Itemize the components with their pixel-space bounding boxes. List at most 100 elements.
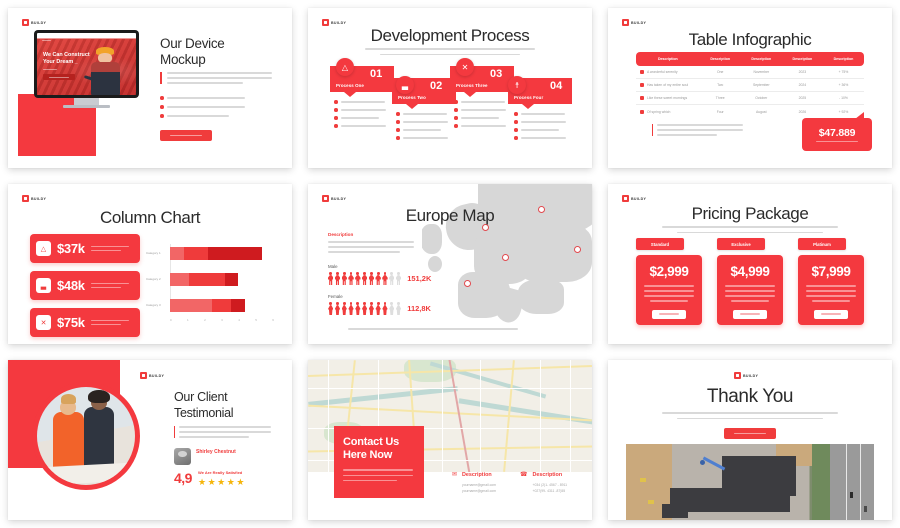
list-item (396, 136, 448, 140)
stat-caption (91, 320, 134, 326)
bullet-dot-icon (160, 96, 164, 100)
map-pin[interactable] (502, 254, 509, 261)
title-line-1: Our Device (160, 36, 280, 52)
list-item (514, 112, 566, 116)
bullet-dot-icon (514, 120, 518, 124)
map-pin[interactable] (464, 280, 471, 287)
bullet-dot-icon (334, 124, 338, 128)
process-number-3: 03 (490, 68, 502, 80)
tools-cross-icon: ✕ (456, 58, 474, 76)
contact-line-2: yourname@gmail.com (462, 488, 496, 494)
slide-thank-you[interactable]: BUILDY Thank You (608, 360, 892, 520)
slide-contact-us[interactable]: Contact Us Here Now ✉ Description yourna… (308, 360, 592, 520)
screen-navbar (42, 40, 56, 43)
pricing-plan-platinum[interactable]: Platinum $7,999 (798, 238, 864, 325)
column-header: Description (823, 57, 864, 61)
page-title: Pricing Package (608, 204, 892, 224)
contact-headline-card: Contact Us Here Now (334, 426, 424, 498)
category-label: Category 1 (146, 251, 170, 255)
title-line-2: Mockup (160, 52, 280, 68)
plan-price: $7,999 (812, 264, 851, 279)
bullet-dot-icon (454, 124, 458, 128)
rating-score: 4,9 (174, 470, 192, 486)
row-name-cell: Like these sweet mornings (636, 96, 700, 100)
screen-cta-button[interactable] (43, 74, 75, 80)
cell: 2024 (782, 83, 823, 87)
testimonial-photo (37, 387, 135, 485)
list-item (514, 128, 566, 132)
bullet-dot-icon (160, 114, 164, 118)
bullet-dot-icon (514, 136, 518, 140)
brand-logo: BUILDY (622, 195, 646, 202)
list-item (160, 114, 272, 118)
slide-cell-2: BUILDY Development Process Process One 0… (300, 0, 600, 176)
logo-text: BUILDY (331, 21, 346, 25)
person-body (91, 62, 120, 95)
trowel-icon: ▃ (36, 278, 51, 293)
cell: September (741, 83, 782, 87)
logo-mark-icon (140, 372, 147, 379)
map-pin[interactable] (574, 246, 581, 253)
page-title: Our Client Testimonial (174, 390, 284, 421)
read-more-button[interactable] (724, 428, 776, 439)
stat-value: $37k (57, 241, 85, 256)
read-more-button[interactable] (652, 310, 686, 319)
stacked-bar (170, 299, 245, 312)
list-item (334, 108, 386, 112)
list-item (514, 120, 566, 124)
star-icon: ★ (217, 478, 225, 487)
process-label-4: Process Four (514, 95, 543, 100)
page-title: Column Chart (8, 208, 292, 228)
process-number-4: 04 (550, 80, 562, 92)
pricing-plan-exclusive[interactable]: Exclusive $4,999 (717, 238, 783, 325)
read-more-button[interactable] (733, 310, 767, 319)
row-marker-icon (640, 96, 644, 100)
stat-card-2: ▃ $48k (30, 271, 140, 300)
slide-cell-6: BUILDY Pricing Package Standard $2,999 (600, 176, 900, 352)
slide-device-mockup[interactable]: BUILDY We Can Construct Your Dream _ (8, 8, 292, 168)
stacked-bar (170, 247, 262, 260)
title-line-2: Here Now (343, 449, 392, 461)
slide-column-chart[interactable]: BUILDY Column Chart △ $37k ▃ $48k (8, 184, 292, 344)
plan-features (643, 285, 695, 302)
logo-mark-icon (622, 195, 629, 202)
star-icon: ★ (227, 478, 235, 487)
slide-cell-3: BUILDY Table Infographic Description Des… (600, 0, 900, 176)
brand-logo: BUILDY (322, 19, 346, 26)
brand-logo: BUILDY (734, 372, 758, 379)
slide-europe-map[interactable]: BUILDY Europe Map Description Male (308, 184, 592, 344)
map-footnote (348, 328, 548, 330)
cell: 2023 (782, 70, 823, 74)
screen-person-figure (90, 47, 120, 95)
x-tick: 4 (238, 318, 240, 322)
process-list-3 (454, 100, 506, 128)
table-row: A wonderful serenity One November 2023 +… (636, 66, 864, 79)
table-row: Has taken of my entire soul Two Septembe… (636, 79, 864, 92)
list-item (396, 128, 448, 132)
highlight-callout: $47.889 (802, 118, 872, 151)
cell: 2026 (782, 110, 823, 114)
pricing-plan-standard[interactable]: Standard $2,999 (636, 238, 702, 325)
brand-logo: BUILDY (622, 19, 646, 26)
process-label-3: Process Three (456, 83, 488, 88)
slide-cell-5: BUILDY Europe Map Description Male (300, 176, 600, 352)
bullet-dot-icon (396, 128, 400, 132)
list-item (334, 116, 386, 120)
read-more-button[interactable] (160, 130, 212, 141)
list-item (334, 100, 386, 104)
monitor-screen: We Can Construct Your Dream _ (37, 33, 136, 95)
slide-development-process[interactable]: BUILDY Development Process Process One 0… (308, 8, 592, 168)
logo-text: BUILDY (631, 197, 646, 201)
testimonial-photo-frame (32, 382, 140, 490)
slide-client-testimonial[interactable]: ” BUILDY Our Client Testimonial Shirley … (8, 360, 292, 520)
page-title: Our Device Mockup (160, 36, 280, 69)
page-subtitle (650, 226, 850, 233)
cell: Two (700, 83, 741, 87)
phone-icon: ☎ (520, 472, 527, 495)
slide-table-infographic[interactable]: BUILDY Table Infographic Description Des… (608, 8, 892, 168)
page-title: Europe Map (308, 206, 592, 226)
slide-pricing-package[interactable]: BUILDY Pricing Package Standard $2,999 (608, 184, 892, 344)
read-more-button[interactable] (814, 310, 848, 319)
trowel-icon: ▃ (396, 76, 414, 94)
row-marker-icon (640, 110, 644, 114)
